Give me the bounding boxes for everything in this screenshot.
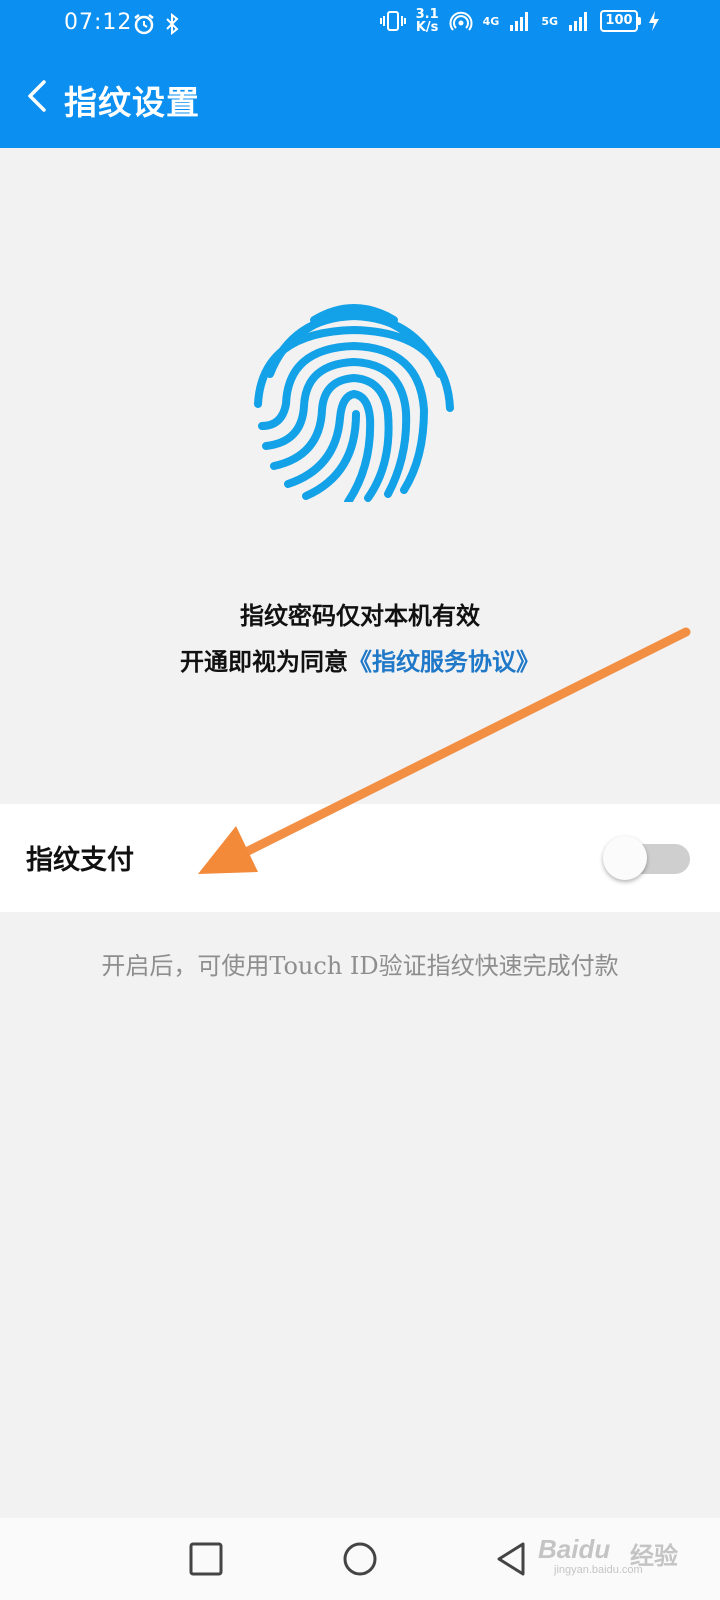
alarm-icon: [134, 14, 154, 35]
watermark-url: jingyan.baidu.com: [554, 1564, 643, 1576]
fingerprint-payment-row[interactable]: 指纹支付: [0, 804, 720, 912]
recent-apps-icon[interactable]: [183, 1536, 229, 1582]
signal-icon: [510, 12, 529, 31]
app-header: 07:12 3.1 K/s 4G 5G 100 指纹设置: [0, 0, 720, 148]
watermark-brand: Baidu: [538, 1534, 611, 1564]
info-text: 指纹密码仅对本机有效: [240, 601, 480, 630]
network-type-1: 4G: [482, 14, 500, 28]
fingerprint-payment-label: 指纹支付: [26, 845, 134, 876]
network-type-2: 5G: [541, 14, 558, 28]
info-block: 指纹密码仅对本机有效 开通即视为同意《指纹服务协议》: [0, 596, 720, 684]
signal-icon-2: [569, 12, 587, 31]
hint-text: 开启后，可使用Touch ID验证指纹快速完成付款: [101, 952, 619, 980]
network-speed: 3.1 K/s: [415, 7, 439, 35]
switch-knob[interactable]: [603, 836, 647, 880]
watermark: Baidu 经验 jingyan.baidu.com: [534, 1534, 684, 1580]
back-triangle-icon[interactable]: [489, 1536, 535, 1582]
hotspot-icon: [449, 11, 473, 31]
agreement-link[interactable]: 《指纹服务协议》: [348, 647, 540, 676]
system-nav-bar: Baidu 经验 jingyan.baidu.com: [0, 1518, 720, 1600]
agreement-prefix: 开通即视为同意: [180, 647, 348, 676]
status-bar: 07:12 3.1 K/s 4G 5G 100: [0, 0, 720, 50]
battery-icon: 100: [600, 10, 641, 32]
fingerprint-icon: [254, 304, 454, 502]
charging-icon: [649, 11, 659, 31]
back-button[interactable]: [20, 76, 60, 116]
bluetooth-icon: [166, 12, 179, 36]
annotation-arrow: [198, 627, 691, 874]
page-title: 指纹设置: [64, 83, 200, 122]
vibrate-icon: [379, 11, 406, 31]
status-time: 07:12: [64, 10, 133, 35]
home-icon[interactable]: [337, 1536, 383, 1582]
